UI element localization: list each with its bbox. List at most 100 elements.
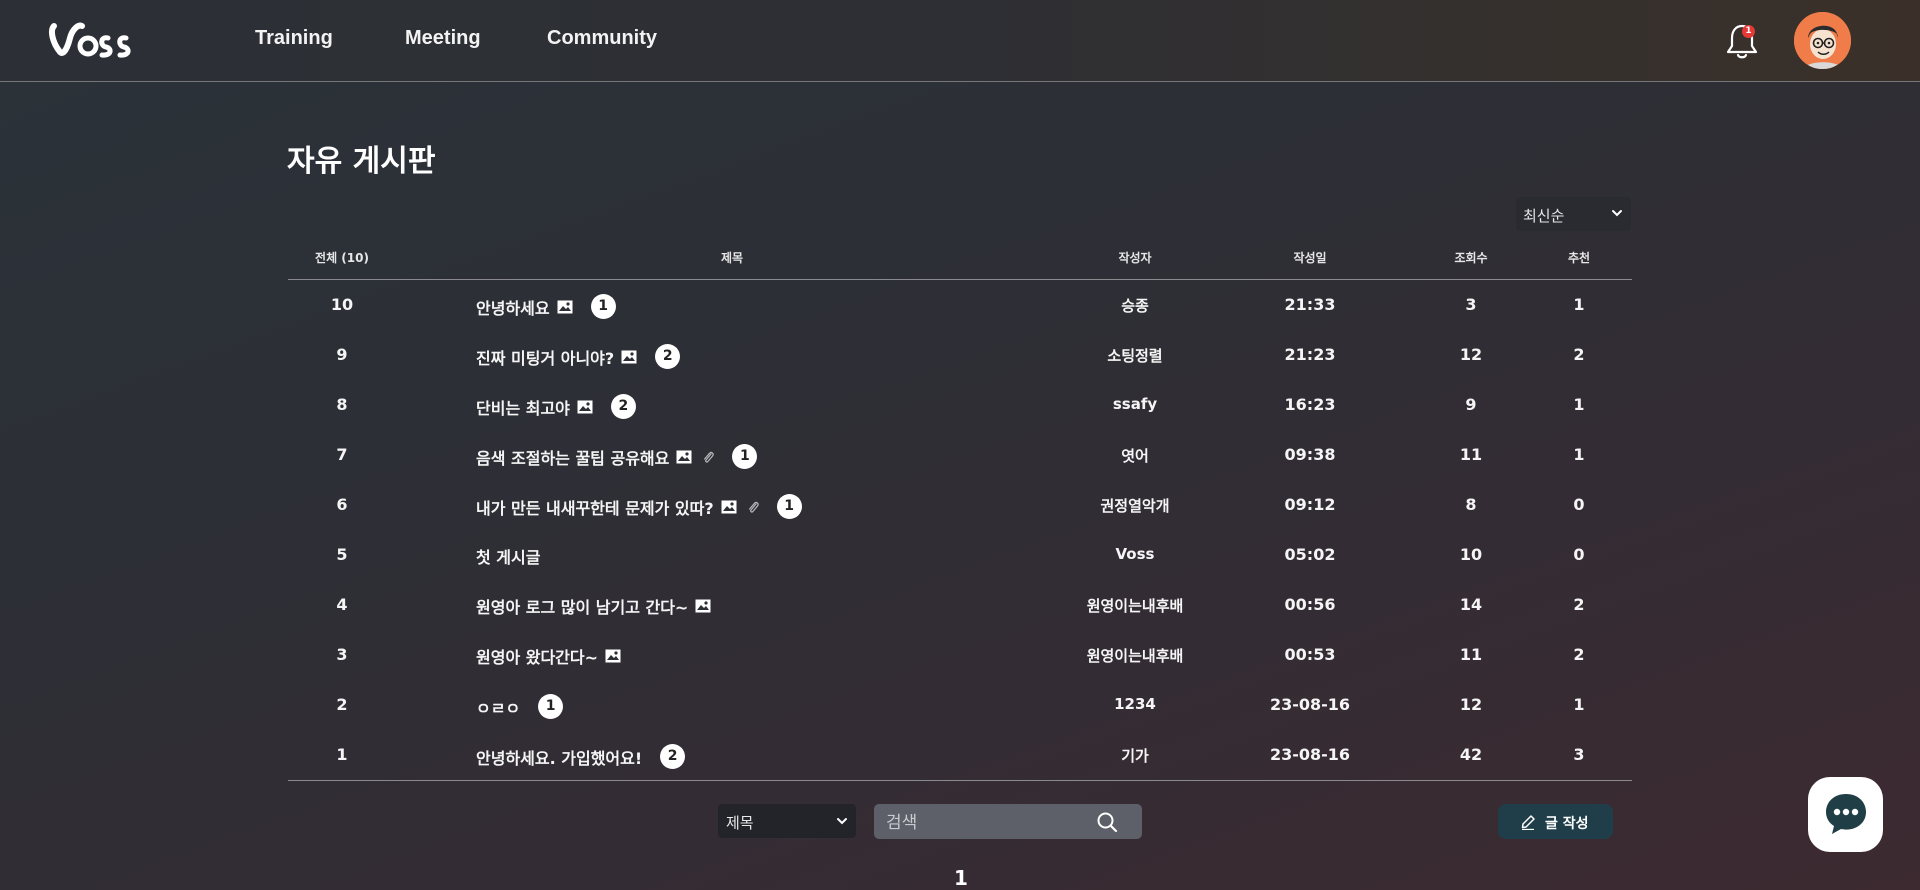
table-row[interactable]: 5 첫 게시글 Voss 05:02 10 0 (288, 530, 1632, 580)
post-date: 05:02 (1284, 545, 1336, 564)
post-likes: 1 (1573, 695, 1585, 714)
table-bottom-divider (288, 780, 1632, 781)
post-title[interactable]: 안녕하세요. 가입했어요! (476, 745, 642, 769)
comment-count-badge: 1 (590, 294, 616, 319)
post-author: 원영이는내후배 (1086, 597, 1184, 615)
header-total: 전체 (10) (315, 251, 369, 265)
post-likes: 2 (1573, 345, 1585, 364)
post-title-cell: 내가 만든 내새꾸한테 문제가 있따? 1 (476, 494, 802, 519)
post-author: 권정열악개 (1100, 497, 1170, 515)
post-likes: 0 (1573, 495, 1585, 514)
sort-select-label: 최신순 (1523, 207, 1565, 225)
write-post-label: 글 작성 (1545, 816, 1589, 832)
nav-meeting[interactable]: Meeting (405, 27, 481, 50)
chevron-down-icon (1612, 210, 1622, 217)
post-number: 3 (336, 645, 348, 664)
pagination-page[interactable]: 1 (954, 866, 968, 890)
write-post-button[interactable]: 글 작성 (1498, 804, 1613, 839)
search-icon[interactable] (1096, 811, 1118, 833)
post-views: 8 (1465, 495, 1477, 514)
table-row[interactable]: 7 음색 조절하는 꿀팁 공유해요 1 엿어 09:38 11 1 (288, 430, 1632, 480)
post-title-cell: 원영아 로그 많이 남기고 간다~ (476, 594, 711, 618)
search-type-select[interactable]: 제목 (718, 804, 856, 838)
nav-community[interactable]: Community (547, 27, 657, 50)
chat-button[interactable] (1808, 777, 1883, 852)
post-likes: 1 (1573, 395, 1585, 414)
header-date: 작성일 (1293, 251, 1327, 265)
table-row[interactable]: 2 ㅇㄹㅇ 1 1234 23-08-16 12 1 (288, 680, 1632, 730)
post-likes: 3 (1573, 745, 1585, 764)
post-number: 9 (336, 345, 348, 364)
search-input[interactable] (884, 804, 1088, 841)
post-title-cell: 안녕하세요 1 (476, 294, 616, 319)
post-date: 09:38 (1284, 445, 1336, 464)
post-author: Voss (1115, 545, 1155, 563)
post-date: 21:33 (1284, 295, 1336, 314)
post-title[interactable]: ㅇㄹㅇ (476, 695, 520, 719)
table-row[interactable]: 1 안녕하세요. 가입했어요! 2 기가 23-08-16 42 3 (288, 730, 1632, 780)
table-row[interactable]: 6 내가 만든 내새꾸한테 문제가 있따? 1 권정열악개 09:12 8 0 (288, 480, 1632, 530)
table-row[interactable]: 8 단비는 최고야 2 ssafy 16:23 9 1 (288, 380, 1632, 430)
post-number: 4 (336, 595, 348, 614)
post-views: 10 (1459, 545, 1483, 564)
table-row[interactable]: 9 진짜 미팅거 아니야? 2 소팅정렬 21:23 12 2 (288, 330, 1632, 380)
user-avatar[interactable] (1794, 12, 1851, 69)
post-views: 11 (1459, 445, 1483, 464)
comment-count-badge: 2 (610, 394, 636, 419)
board-table: 전체 (10) 제목 작성자 작성일 조회수 추천 10 안녕하세요 1 승종 21:3… (288, 230, 1632, 781)
paperclip-icon (748, 501, 759, 513)
comment-count-badge: 2 (660, 744, 686, 769)
post-views: 12 (1459, 695, 1483, 714)
comment-count-badge: 1 (538, 694, 564, 719)
post-likes: 1 (1573, 295, 1585, 314)
post-author: 원영이는내후배 (1086, 647, 1184, 665)
sort-select[interactable]: 최신순 (1516, 197, 1631, 231)
chat-icon (1826, 794, 1866, 834)
image-icon (695, 599, 711, 613)
search-type-label: 제목 (726, 814, 754, 832)
post-title[interactable]: 진짜 미팅거 아니야? (476, 345, 614, 369)
post-title[interactable]: 음색 조절하는 꿀팁 공유해요 (476, 445, 669, 469)
post-title[interactable]: 첫 게시글 (476, 544, 540, 568)
notification-button[interactable]: 1 (1724, 22, 1760, 60)
post-author: 승종 (1121, 297, 1149, 315)
post-views: 9 (1465, 395, 1477, 414)
post-author: ssafy (1112, 395, 1158, 413)
post-date: 00:56 (1284, 595, 1336, 614)
post-title[interactable]: 원영아 왔다간다~ (476, 644, 598, 668)
table-body: 10 안녕하세요 1 승종 21:33 3 1 9 진짜 미팅거 아니야? 2 소팅정렬 21:23 1… (288, 280, 1632, 780)
post-title[interactable]: 내가 만든 내새꾸한테 문제가 있따? (476, 495, 714, 519)
post-author: 1234 (1114, 695, 1156, 713)
voss-logo[interactable] (48, 16, 132, 64)
post-title-cell: 음색 조절하는 꿀팁 공유해요 1 (476, 444, 758, 469)
post-number: 10 (330, 295, 354, 314)
post-likes: 1 (1573, 445, 1585, 464)
table-header: 전체 (10) 제목 작성자 작성일 조회수 추천 (288, 230, 1632, 280)
post-title[interactable]: 원영아 로그 많이 남기고 간다~ (476, 594, 688, 618)
post-number: 6 (336, 495, 348, 514)
nav-training[interactable]: Training (255, 27, 333, 50)
comment-count-badge: 1 (732, 444, 758, 469)
top-navbar: Training Meeting Community 1 (0, 0, 1920, 82)
post-date: 09:12 (1284, 495, 1336, 514)
header-views: 조회수 (1454, 251, 1488, 265)
post-title-cell: 진짜 미팅거 아니야? 2 (476, 344, 681, 369)
header-author: 작성자 (1118, 251, 1152, 265)
image-icon (721, 500, 737, 513)
post-number: 1 (336, 745, 348, 764)
post-title[interactable]: 단비는 최고야 (476, 395, 570, 419)
post-views: 11 (1459, 645, 1483, 664)
post-views: 42 (1459, 745, 1483, 764)
post-number: 5 (336, 545, 348, 564)
post-date: 23-08-16 (1269, 695, 1351, 714)
post-title[interactable]: 안녕하세요 (476, 295, 550, 319)
post-title-cell: 안녕하세요. 가입했어요! 2 (476, 744, 686, 769)
image-icon (557, 300, 573, 313)
post-title-cell: ㅇㄹㅇ 1 (476, 694, 564, 719)
table-row[interactable]: 3 원영아 왔다간다~ 원영이는내후배 00:53 11 2 (288, 630, 1632, 680)
post-likes: 2 (1573, 645, 1585, 664)
post-author: 기가 (1121, 747, 1149, 765)
table-row[interactable]: 10 안녕하세요 1 승종 21:33 3 1 (288, 280, 1632, 330)
post-number: 2 (336, 695, 348, 714)
table-row[interactable]: 4 원영아 로그 많이 남기고 간다~ 원영이는내후배 00:56 14 2 (288, 580, 1632, 630)
